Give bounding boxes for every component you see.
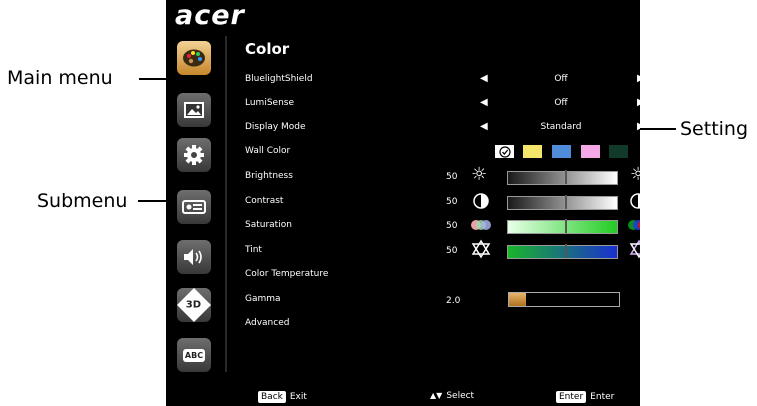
contrast-icon: [473, 193, 489, 209]
image-icon[interactable]: [177, 93, 211, 127]
saturation-high-icon: [628, 220, 640, 230]
gamma-value: 2.0: [446, 296, 461, 306]
display-mode-value: Standard: [540, 122, 582, 132]
menu-item-brightness[interactable]: Brightness: [245, 171, 293, 181]
enter-label: Enter: [590, 392, 615, 402]
language-icon[interactable]: ABC: [177, 338, 211, 372]
wall-color-swatch-pink[interactable]: [581, 145, 600, 158]
wall-color-swatch-blue[interactable]: [552, 145, 571, 158]
footer-enter[interactable]: Enter Enter: [556, 391, 614, 403]
gear-icon[interactable]: [177, 138, 211, 172]
menu-item-lumisense[interactable]: LumiSense: [245, 98, 294, 108]
left-arrow-icon[interactable]: ◀: [480, 73, 488, 84]
contrast-value: 50: [446, 197, 458, 207]
saturation-slider[interactable]: [507, 220, 618, 234]
input-source-icon[interactable]: [177, 190, 211, 224]
back-key[interactable]: Back: [258, 391, 286, 403]
saturation-low-icon: [471, 220, 491, 230]
tint-value: 50: [446, 246, 458, 256]
page-title: Color: [245, 40, 290, 58]
saturation-slider-thumb[interactable]: [565, 219, 567, 233]
wall-color-swatch-white[interactable]: [495, 145, 514, 158]
callout-setting: Setting: [680, 118, 749, 140]
tint-icon: [471, 239, 491, 259]
left-arrow-icon[interactable]: ◀: [480, 97, 488, 108]
color-palette-icon[interactable]: [177, 41, 211, 75]
lumisense-value: Off: [554, 98, 568, 108]
right-arrow-icon[interactable]: ▶: [637, 97, 640, 108]
callout-line-setting: [640, 128, 676, 130]
enter-key[interactable]: Enter: [556, 391, 587, 403]
sun-icon: ☼: [630, 164, 640, 185]
callout-main-menu: Main menu: [7, 67, 113, 89]
checkmark-icon: [498, 145, 511, 158]
right-arrow-icon[interactable]: ▶: [637, 121, 640, 132]
callout-submenu: Submenu: [37, 190, 128, 212]
brightness-slider[interactable]: [507, 171, 618, 185]
language-icon-label: ABC: [182, 348, 206, 362]
3d-icon[interactable]: 3D: [177, 288, 211, 322]
right-arrow-icon[interactable]: ▶: [637, 73, 640, 84]
menu-item-wall-color[interactable]: Wall Color: [245, 146, 290, 156]
3d-icon-label: 3D: [186, 299, 202, 311]
exit-label: Exit: [289, 392, 307, 402]
wall-color-swatch-dark-green[interactable]: [609, 145, 628, 158]
up-down-arrows-icon: ▲▼: [430, 391, 443, 400]
wall-color-swatch-yellow[interactable]: [523, 145, 542, 158]
contrast-slider-thumb[interactable]: [565, 195, 567, 209]
menu-item-bluelight-shield[interactable]: BluelightShield: [245, 74, 313, 84]
tint-slider-thumb[interactable]: [565, 244, 567, 258]
gamma-slider[interactable]: [508, 292, 620, 307]
menu-item-display-mode[interactable]: Display Mode: [245, 122, 306, 132]
menu-item-saturation[interactable]: Saturation: [245, 220, 292, 230]
brightness-slider-thumb[interactable]: [565, 170, 567, 184]
bluelight-shield-value: Off: [554, 74, 568, 84]
footer-select: ▲▼ Select: [430, 391, 474, 401]
left-arrow-icon[interactable]: ◀: [480, 121, 488, 132]
speaker-icon[interactable]: [177, 240, 211, 274]
select-label: Select: [446, 391, 475, 401]
tint-slider[interactable]: [507, 245, 618, 259]
gamma-slider-fill: [509, 293, 526, 306]
footer-exit[interactable]: Back Exit: [258, 391, 307, 403]
osd-screen: acer 3D ABC Color BluelightShield ◀ Off …: [166, 0, 640, 406]
menu-item-gamma[interactable]: Gamma: [245, 294, 281, 304]
menu-divider: [225, 36, 227, 372]
tint-icon: [629, 239, 640, 259]
saturation-value: 50: [446, 221, 458, 231]
menu-item-tint[interactable]: Tint: [245, 245, 262, 255]
acer-logo: acer: [175, 0, 245, 31]
menu-item-color-temperature[interactable]: Color Temperature: [245, 269, 328, 279]
menu-item-advanced[interactable]: Advanced: [245, 318, 289, 328]
brightness-value: 50: [446, 172, 458, 182]
sun-icon: ☼: [471, 164, 488, 185]
contrast-icon: [630, 193, 640, 209]
contrast-slider[interactable]: [507, 196, 618, 210]
menu-item-contrast[interactable]: Contrast: [245, 196, 283, 206]
